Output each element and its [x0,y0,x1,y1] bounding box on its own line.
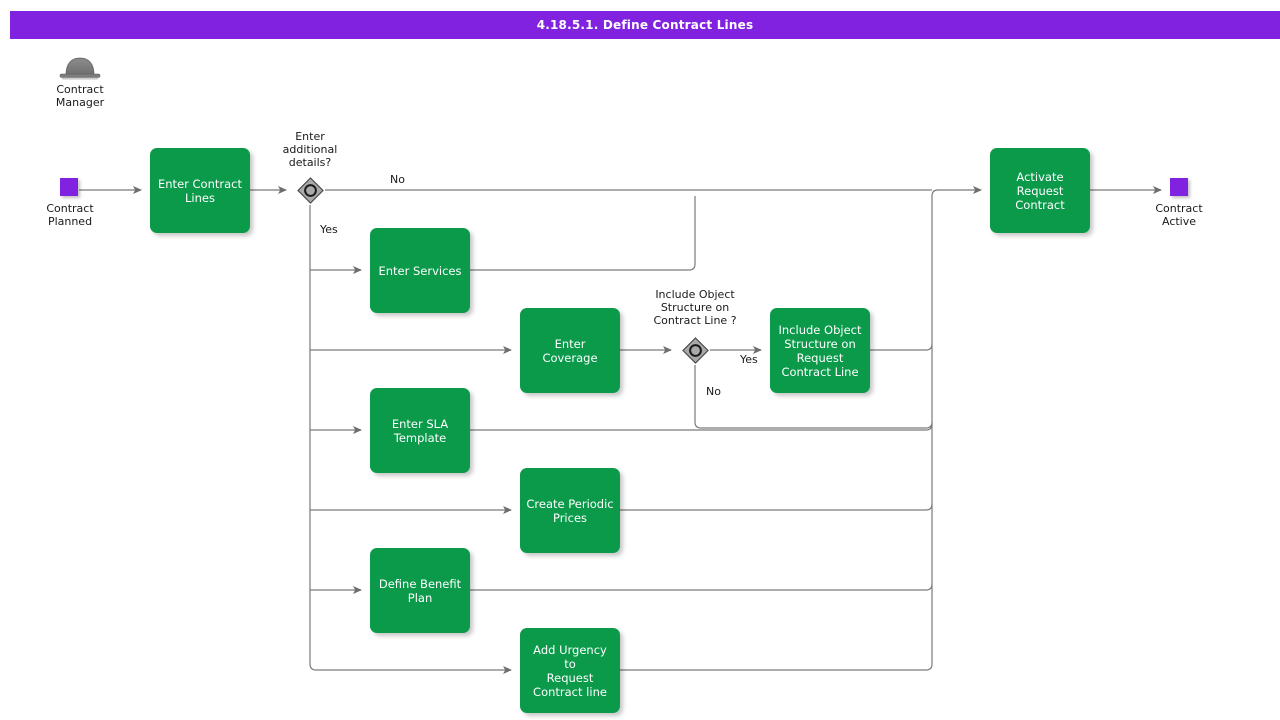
start-event-label: Contract Planned [20,202,120,228]
task-add-urgency-label: Add Urgency to Request Contract line [526,643,614,699]
task-enter-services-label: Enter Services [378,264,461,278]
flow-label-no-additional-details: No [390,173,405,186]
start-event-contract-planned[interactable] [60,178,78,196]
flow-join-590 [926,584,932,590]
task-include-object-structure-on-request-contract-line[interactable]: Include Object Structure on Request Cont… [770,308,870,393]
task-activate-request-contract[interactable]: Activate Request Contract [990,148,1090,233]
task-enter-coverage-label: Enter Coverage [526,337,614,365]
task-enter-services[interactable]: Enter Services [370,228,470,313]
task-enter-contract-lines-label: Enter Contract Lines [158,177,242,205]
task-define-benefit-plan[interactable]: Define Benefit Plan [370,548,470,633]
task-create-periodic-prices-label: Create Periodic Prices [526,497,613,525]
task-create-periodic-prices[interactable]: Create Periodic Prices [520,468,620,553]
flow-join-510 [926,504,932,510]
flow-join-350 [926,344,932,350]
flow-label-no-include-object-structure: No [706,385,721,398]
flow-label-yes-include-object-structure: Yes [740,353,758,366]
flow-enter-services-out [470,196,695,270]
end-event-contract-active[interactable] [1170,178,1188,196]
task-include-object-structure-label: Include Object Structure on Request Cont… [779,323,862,379]
gateway-include-object-structure[interactable] [680,335,710,365]
gateway-include-object-structure-label: Include Object Structure on Contract Lin… [631,288,759,327]
gateway-enter-additional-details-label: Enter additional details? [260,130,360,169]
bowler-hat-role-icon [40,55,120,81]
task-define-benefit-plan-label: Define Benefit Plan [379,577,461,605]
task-add-urgency-to-request-contract-line[interactable]: Add Urgency to Request Contract line [520,628,620,713]
task-activate-request-contract-label: Activate Request Contract [996,170,1084,212]
task-enter-coverage[interactable]: Enter Coverage [520,308,620,393]
role-contract-manager: Contract Manager [40,55,120,109]
end-event-label: Contract Active [1129,202,1229,228]
task-enter-contract-lines[interactable]: Enter Contract Lines [150,148,250,233]
task-enter-sla-template[interactable]: Enter SLA Template [370,388,470,473]
diagram-connectors-layer [0,0,1280,720]
role-label: Contract Manager [40,83,120,109]
flow-collector-trunk-to-activate [926,190,981,670]
task-enter-sla-template-label: Enter SLA Template [392,417,448,445]
flow-label-yes-additional-details: Yes [320,223,338,236]
gateway-enter-additional-details[interactable] [295,175,325,205]
